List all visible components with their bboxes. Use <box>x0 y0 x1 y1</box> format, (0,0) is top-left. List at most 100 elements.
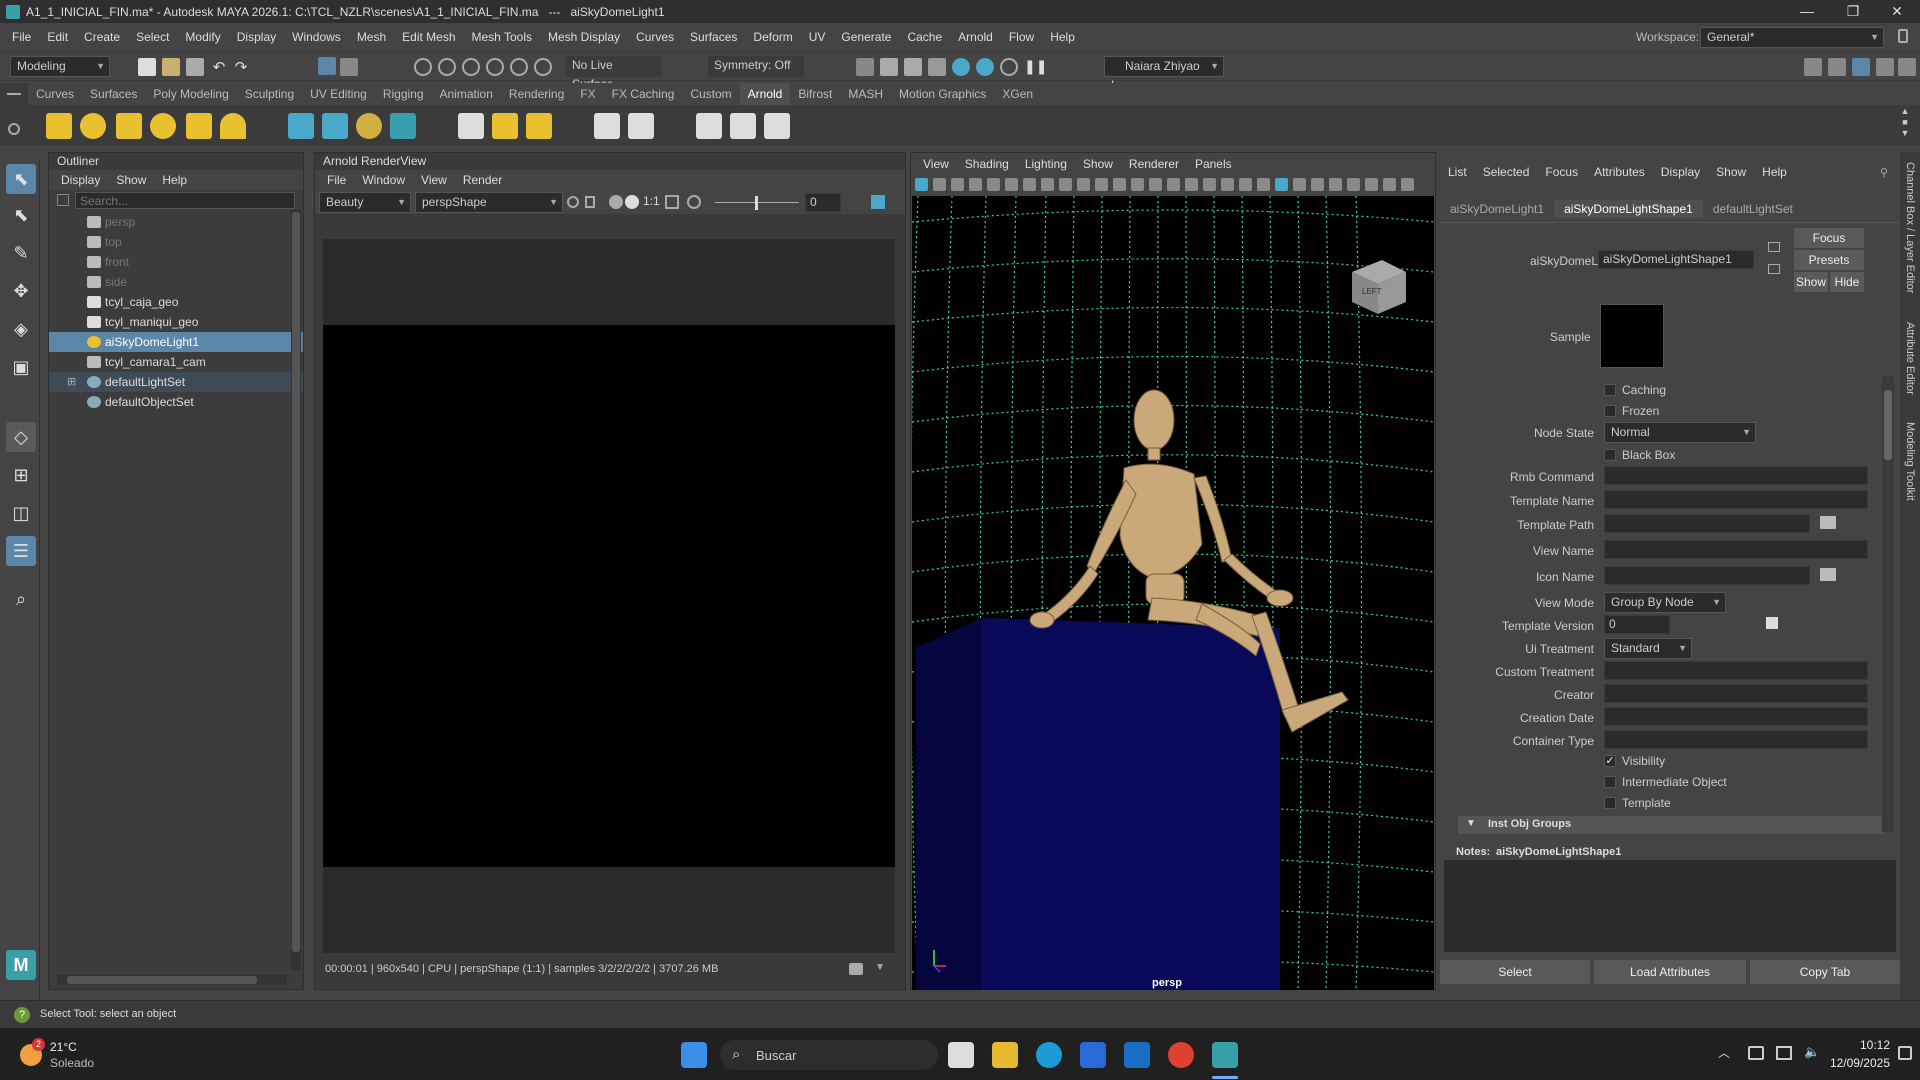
live-surface-field[interactable]: No Live Surface <box>566 56 662 91</box>
viewport-tool-icon[interactable] <box>1275 178 1288 191</box>
select-by-object-icon[interactable] <box>340 58 358 76</box>
view-name-field[interactable] <box>1604 540 1868 559</box>
viewport-tool-icon[interactable] <box>1167 178 1180 191</box>
output-connection-icon[interactable] <box>1768 264 1780 274</box>
notifications-icon[interactable] <box>1898 1046 1912 1060</box>
attr-menu-selected[interactable]: Selected <box>1475 165 1538 179</box>
outliner-item[interactable]: side <box>49 272 303 292</box>
select-button[interactable]: Select <box>1440 960 1590 984</box>
hypershade-icon[interactable] <box>1000 58 1018 76</box>
viewport-tool-icon[interactable] <box>1041 178 1054 191</box>
black-box-checkbox[interactable] <box>1604 449 1616 461</box>
outliner-item[interactable]: persp <box>49 212 303 232</box>
viewport-tool-icon[interactable] <box>1311 178 1324 191</box>
viewport-tool-icon[interactable] <box>1365 178 1378 191</box>
viewport-tool-icon[interactable] <box>969 178 982 191</box>
start-icon[interactable] <box>681 1042 707 1068</box>
scale-tool-icon[interactable]: ▣ <box>6 352 36 382</box>
channel-box-tab[interactable]: Channel Box / Layer Editor <box>1904 162 1916 293</box>
snap-grid-icon[interactable] <box>414 58 432 76</box>
outliner-item[interactable]: ⊞ defaultLightSet <box>49 372 303 392</box>
shelf-tab-surfaces[interactable]: Surfaces <box>82 83 145 105</box>
display-icon[interactable] <box>1776 1046 1792 1060</box>
tool-settings-icon[interactable] <box>1876 58 1894 76</box>
hide-button[interactable]: Hide <box>1830 272 1864 292</box>
view-render-icon[interactable] <box>696 113 722 139</box>
view-mode-dropdown[interactable]: Group By Node ▼ <box>1604 592 1726 613</box>
aperture-icon[interactable] <box>687 195 701 209</box>
new-scene-icon[interactable] <box>138 58 156 76</box>
aov-dropdown[interactable]: Beauty ▼ <box>319 192 411 213</box>
render-settings-gear-icon[interactable] <box>567 196 579 208</box>
snap-vertex-icon[interactable] <box>534 58 552 76</box>
folder-icon[interactable] <box>1820 516 1836 529</box>
presets-button[interactable]: Presets <box>1794 250 1864 270</box>
outliner-menu-show[interactable]: Show <box>108 173 154 187</box>
taskbar-search[interactable]: ⌕ Buscar <box>720 1040 938 1070</box>
clock-time[interactable]: 10:12 <box>1830 1038 1890 1052</box>
area-light-icon[interactable] <box>46 113 72 139</box>
export-standin-icon[interactable] <box>322 113 348 139</box>
menu-item-deform[interactable]: Deform <box>745 23 800 52</box>
lock-icon[interactable] <box>1898 29 1908 43</box>
outliner-item[interactable]: top <box>49 232 303 252</box>
template-version-field[interactable]: 0 <box>1604 615 1670 634</box>
edge-icon[interactable] <box>1036 1042 1062 1068</box>
render-settings-icon[interactable] <box>856 58 874 76</box>
menu-item-select[interactable]: Select <box>128 23 177 52</box>
folder-icon[interactable] <box>1820 568 1836 581</box>
layout-icon[interactable] <box>1804 58 1822 76</box>
menu-item-curves[interactable]: Curves <box>628 23 682 52</box>
icon-name-field[interactable] <box>1604 566 1810 585</box>
network-icon[interactable] <box>1748 1046 1764 1060</box>
menu-item-flow[interactable]: Flow <box>1001 23 1042 52</box>
close-button[interactable]: ✕ <box>1874 0 1920 23</box>
attr-menu-focus[interactable]: Focus <box>1537 165 1586 179</box>
viewport-tool-icon[interactable] <box>1383 178 1396 191</box>
chevron-up-icon[interactable]: ︿ <box>1718 1044 1730 1061</box>
viewport-tool-icon[interactable] <box>1239 178 1252 191</box>
open-scene-icon[interactable] <box>162 58 180 76</box>
node-name-field[interactable]: aiSkyDomeLightShape1 <box>1598 250 1754 269</box>
attribute-vscroll[interactable] <box>1882 376 1894 832</box>
viewport-tool-icon[interactable] <box>1221 178 1234 191</box>
attr-menu-show[interactable]: Show <box>1708 165 1754 179</box>
snapshot-icon[interactable] <box>871 195 885 209</box>
menu-item-file[interactable]: File <box>4 23 39 52</box>
checker-icon[interactable] <box>1766 617 1778 629</box>
file-explorer-icon[interactable] <box>992 1042 1018 1068</box>
viewport-menu-renderer[interactable]: Renderer <box>1121 157 1187 171</box>
outliner-item[interactable]: tcyl_caja_geo <box>49 292 303 312</box>
inst-obj-groups-section[interactable]: ▼ Inst Obj Groups <box>1458 816 1884 834</box>
viewport-tool-icon[interactable] <box>1257 178 1270 191</box>
menu-item-modify[interactable]: Modify <box>177 23 228 52</box>
txmanager-icon[interactable] <box>594 113 620 139</box>
viewport-tool-icon[interactable] <box>951 178 964 191</box>
viewport-menu-lighting[interactable]: Lighting <box>1017 157 1075 171</box>
template-name-field[interactable] <box>1604 490 1868 509</box>
sample-swatch[interactable] <box>1600 304 1664 368</box>
two-view-icon[interactable]: ◫ <box>6 498 36 528</box>
play-render-icon[interactable] <box>764 113 790 139</box>
node-state-dropdown[interactable]: Normal ▼ <box>1604 422 1756 443</box>
symmetry-dropdown[interactable]: Symmetry: Off <box>708 56 804 77</box>
viewport-menu-view[interactable]: View <box>915 157 957 171</box>
outliner-hscroll[interactable] <box>57 975 287 985</box>
minimize-button[interactable]: — <box>1784 0 1830 23</box>
viewport-tool-icon[interactable] <box>1005 178 1018 191</box>
flush-lights-icon[interactable] <box>492 113 518 139</box>
shelf-tab-bifrost[interactable]: Bifrost <box>790 83 840 105</box>
user-account-dropdown[interactable]: Naiara Zhiyao L...▼ <box>1104 56 1224 92</box>
pause-icon[interactable]: ❚❚ <box>1024 58 1047 76</box>
ui-treatment-dropdown[interactable]: Standard ▼ <box>1604 638 1692 659</box>
menu-item-mesh-display[interactable]: Mesh Display <box>540 23 628 52</box>
filter-icon[interactable] <box>57 194 69 206</box>
viewport-tool-icon[interactable] <box>1149 178 1162 191</box>
viewport-tool-icon[interactable] <box>987 178 1000 191</box>
maximize-button[interactable]: ❐ <box>1830 0 1876 23</box>
viewport-tool-icon[interactable] <box>933 178 946 191</box>
renderview-menu-file[interactable]: File <box>319 173 354 187</box>
redo-icon[interactable]: ↷ <box>232 58 250 76</box>
flush-textures-icon[interactable] <box>458 113 484 139</box>
viewport-tool-icon[interactable] <box>1203 178 1216 191</box>
